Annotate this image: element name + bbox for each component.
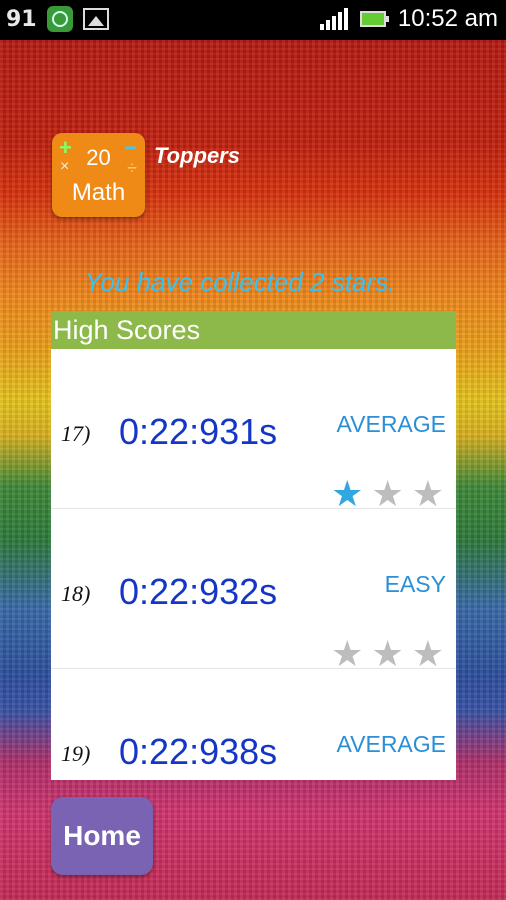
score-row: 17) 0:22:931s AVERAGE ★ ★ ★ bbox=[51, 349, 456, 513]
score-time: 0:22:938s bbox=[119, 731, 278, 772]
logo-number: 20 bbox=[86, 145, 111, 170]
star-icon: ★ bbox=[371, 634, 404, 675]
stars-collected-message: You have collected 2 stars. bbox=[84, 267, 396, 297]
star-icon: ★ bbox=[411, 634, 444, 675]
high-scores-panel[interactable]: High Scores 17) 0:22:931s AVERAGE ★ ★ ★ 18… bbox=[51, 311, 456, 780]
score-level: AVERAGE bbox=[336, 731, 447, 757]
star-rating: ★ ★ ★ bbox=[331, 477, 444, 513]
star-icon: ★ bbox=[331, 634, 364, 675]
score-row: 18) 0:22:932s EASY ★ ★ ★ bbox=[51, 509, 456, 673]
score-row: 19) 0:22:938s AVERAGE ★★★ bbox=[51, 669, 456, 780]
status-bar: 91 10:52 am bbox=[0, 0, 506, 40]
home-button[interactable]: Home bbox=[51, 797, 153, 875]
battery-icon bbox=[359, 11, 389, 27]
score-level: EASY bbox=[384, 571, 446, 597]
score-level: AVERAGE bbox=[336, 411, 447, 437]
star-rating: ★ ★ ★ bbox=[331, 637, 444, 673]
score-rank: 17) bbox=[61, 421, 91, 446]
signal-icon bbox=[319, 8, 348, 30]
image-icon bbox=[82, 8, 109, 30]
score-time: 0:22:932s bbox=[119, 571, 278, 612]
score-time: 0:22:931s bbox=[119, 411, 278, 452]
star-icon: ★ bbox=[371, 474, 404, 515]
score-rank: 18) bbox=[61, 581, 91, 606]
notification-circle-icon bbox=[46, 6, 73, 32]
logo-word: Math bbox=[71, 179, 126, 206]
high-scores-heading: High Scores bbox=[51, 311, 456, 349]
star-icon: ★ bbox=[331, 474, 364, 515]
star-icon: ★ bbox=[411, 474, 444, 515]
notification-count: 91 bbox=[6, 6, 37, 32]
score-rank: 19) bbox=[61, 741, 91, 766]
status-time: 10:52 am bbox=[397, 5, 498, 32]
page-title: Toppers bbox=[154, 143, 240, 168]
app-logo: + − × ÷ 20 Math bbox=[52, 133, 145, 217]
